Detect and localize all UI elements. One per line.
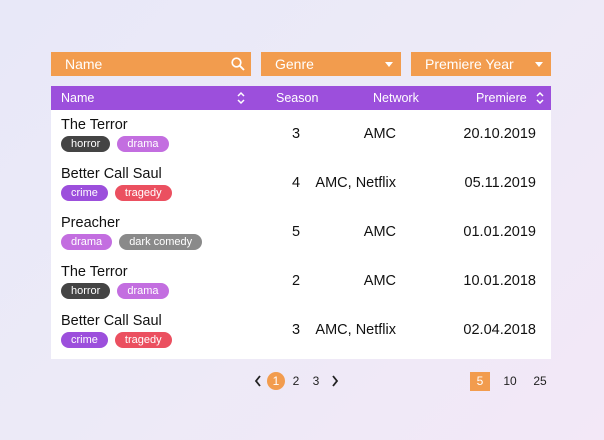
genre-tag[interactable]: drama	[61, 234, 113, 250]
table-row[interactable]: The Terror horror drama 2 AMC 10.01.2018	[51, 257, 551, 306]
genre-tag[interactable]: tragedy	[114, 185, 172, 201]
network-cell: AMC	[363, 273, 397, 289]
genre-dropdown[interactable]: Genre	[261, 52, 401, 76]
table-header: Name Season Network Premiere	[51, 86, 551, 110]
premiere-date: 01.01.2019	[463, 224, 536, 240]
show-title: Preacher	[61, 215, 120, 231]
chevron-right-icon[interactable]	[330, 372, 340, 390]
genre-tag[interactable]: drama	[117, 136, 169, 152]
premiere-date: 02.04.2018	[463, 322, 536, 338]
page-number-button[interactable]: 1	[267, 372, 285, 390]
show-title: The Terror	[61, 117, 128, 133]
sort-name-icon[interactable]	[236, 86, 246, 110]
caret-down-icon	[535, 61, 543, 67]
genre-dropdown-label: Genre	[275, 56, 314, 72]
column-label-premiere: Premiere	[476, 91, 527, 105]
name-search-placeholder: Name	[65, 56, 103, 72]
premiere-year-dropdown[interactable]: Premiere Year	[411, 52, 551, 76]
page-number-button[interactable]: 2	[287, 372, 305, 390]
genre-tag[interactable]: drama	[117, 283, 169, 299]
column-label-season: Season	[276, 91, 319, 105]
premiere-date: 10.01.2018	[463, 273, 536, 289]
premiere-year-dropdown-label: Premiere Year	[425, 56, 514, 72]
premiere-date: 05.11.2019	[464, 175, 537, 191]
column-header-premiere[interactable]: Premiere	[476, 86, 527, 110]
genre-tag[interactable]: dark comedy	[119, 234, 203, 250]
page-size-option[interactable]: 25	[529, 372, 551, 391]
genre-tag[interactable]: horror	[61, 136, 111, 152]
column-header-network[interactable]: Network	[373, 86, 419, 110]
table-body: The Terror horror drama 3 AMC 20.10.2019 …	[51, 110, 551, 355]
network-cell: AMC	[363, 126, 397, 142]
genre-tag[interactable]: tragedy	[114, 332, 172, 348]
genre-tag[interactable]: horror	[61, 283, 111, 299]
column-label-name: Name	[61, 91, 95, 105]
chevron-left-icon[interactable]	[253, 372, 263, 390]
column-label-network: Network	[373, 91, 419, 105]
genre-tags: horror drama	[61, 136, 169, 152]
genre-tag[interactable]: crime	[61, 332, 108, 348]
show-title: The Terror	[61, 264, 128, 280]
name-search-input[interactable]: Name	[51, 52, 251, 76]
table-row[interactable]: Better Call Saul crime tragedy 3 AMC, Net…	[51, 306, 551, 355]
genre-tags: horror drama	[61, 283, 169, 299]
shows-table: Name Season Network Premiere The Terror …	[51, 86, 551, 359]
genre-tags: crime tragedy	[61, 332, 172, 348]
search-icon[interactable]	[231, 57, 245, 71]
show-title: Better Call Saul	[61, 313, 162, 329]
genre-tag[interactable]: crime	[61, 185, 108, 201]
caret-down-icon	[385, 61, 393, 67]
page-size-option[interactable]: 5	[470, 372, 490, 391]
table-row[interactable]: Better Call Saul crime tragedy 4 AMC, Net…	[51, 159, 551, 208]
page-size-option[interactable]: 10	[499, 372, 521, 391]
genre-tags: drama dark comedy	[61, 234, 203, 250]
show-title: Better Call Saul	[61, 166, 162, 182]
genre-tags: crime tragedy	[61, 185, 172, 201]
table-row[interactable]: Preacher drama dark comedy 5 AMC 01.01.20…	[51, 208, 551, 257]
table-row[interactable]: The Terror horror drama 3 AMC 20.10.2019	[51, 110, 551, 159]
sort-premiere-icon[interactable]	[535, 86, 545, 110]
network-cell: AMC	[363, 224, 397, 240]
page-number-button[interactable]: 3	[307, 372, 325, 390]
column-header-season[interactable]: Season	[276, 86, 318, 110]
column-header-name[interactable]: Name	[61, 86, 94, 110]
premiere-date: 20.10.2019	[463, 126, 536, 142]
